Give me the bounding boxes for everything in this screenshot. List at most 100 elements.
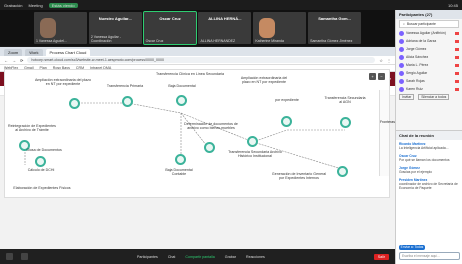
video-tile-3[interactable]: Oscar Cruz Oscar Cruz (142, 11, 198, 45)
tab-strip: Zoom Work Process Chart Cloud (0, 47, 395, 56)
avatar (40, 18, 56, 38)
process-node[interactable]: Baja Documental (165, 84, 199, 88)
process-node[interactable]: Ampliación extraordinaria del plazo en N… (35, 78, 91, 86)
node-ring-icon[interactable] (337, 166, 348, 177)
video-tile-6[interactable]: Samantha Gom... Samantha Gómez Jiménez (308, 12, 361, 44)
url-field[interactable]: hotcorp.smart-cloud.com/sc3/website-w-me… (27, 57, 376, 63)
participants-panel: Participantes (27) ⌕ Buscar participante … (395, 10, 462, 264)
side-label: Fronteras (380, 120, 395, 124)
participant-row[interactable]: Alicia Sánchez (396, 53, 462, 61)
leave-button[interactable]: Salir (373, 253, 389, 260)
process-node[interactable]: Transferencia Primaria (105, 84, 145, 88)
node-ring-icon[interactable] (175, 154, 186, 165)
star-icon[interactable]: ☆ (379, 58, 383, 63)
chat-panel: Chat de la reunión Ricardo Martínez La In… (396, 130, 462, 264)
avatar (399, 46, 404, 52)
node-ring-icon[interactable] (176, 95, 187, 106)
video-strip: 1 Vanessa Agudel... Nuestro Aguilar... 2 … (0, 10, 395, 46)
node-ring-icon[interactable] (204, 142, 215, 153)
clock: 10:45 (447, 2, 458, 8)
process-canvas[interactable]: Transferencia Clínica en Línea Secundari… (4, 69, 395, 198)
send-to-button[interactable]: Enviar a: Todos (399, 245, 425, 250)
process-node[interactable]: Transferencia Secundaria Archivo Históri… (225, 150, 285, 158)
node-ring-icon[interactable] (35, 156, 46, 167)
process-node[interactable]: Baja Documental Contable (159, 168, 199, 176)
search-input[interactable]: ⌕ Buscar participante (399, 20, 459, 28)
node-ring-icon[interactable] (247, 136, 258, 147)
edges (24, 102, 346, 171)
participant-row[interactable]: Vanessa Aguilar (Anfitrión) (396, 29, 462, 37)
participant-row[interactable]: Sergio Aguilar (396, 69, 462, 77)
node-ring-icon[interactable] (340, 117, 351, 128)
mic-muted-icon (455, 39, 459, 43)
process-node[interactable]: Transferencia Secundaria al AGN (323, 96, 367, 104)
mute-all-button[interactable]: Silenciar a todos (418, 94, 450, 100)
video-tile-4[interactable]: ALLINA HERNÁ... ALLINA HERNANDEZ (198, 12, 252, 44)
video-tile-1[interactable]: 1 Vanessa Agudel... (34, 12, 87, 44)
avatar (399, 86, 404, 92)
video-tile-2[interactable]: Nuestro Aguilar... 2 Vanessa Aguilar - Co… (88, 12, 142, 44)
chat-input[interactable]: Escriba el mensaje aquí... (399, 252, 460, 260)
mic-muted-icon (455, 63, 459, 67)
taskbar-reactions[interactable]: Reacciones (246, 255, 265, 259)
avatar (399, 62, 404, 68)
panel-actions: Invitar Silenciar a todos (396, 93, 462, 101)
mic-muted-icon (455, 87, 459, 91)
avatar (399, 30, 404, 36)
node-ring-icon[interactable] (69, 98, 80, 109)
process-node[interactable]: Determinación de documentos de archivo c… (181, 122, 241, 130)
side-strip: Fronteras (379, 90, 395, 176)
tab-process[interactable]: Process Chart Cloud (45, 49, 91, 56)
search-icon: ⌕ (403, 22, 405, 26)
taskbar-participants[interactable]: Participantes (137, 255, 158, 259)
process-node[interactable]: por expediente (269, 98, 305, 102)
process-node[interactable]: Elaboración de Expedientes Físicos (7, 186, 77, 190)
mic-muted-icon (455, 55, 459, 59)
process-node[interactable]: Reintegración de Expedientes al Archivo … (7, 124, 57, 132)
participant-row[interactable]: Jorge Gómez (396, 45, 462, 53)
mic-muted-icon (455, 31, 459, 35)
zoom-out-icon[interactable]: − (378, 73, 385, 80)
avatar (259, 18, 276, 38)
node-ring-icon[interactable] (281, 116, 292, 127)
chat-message: Jorge Gómez Gracias por el ejemplo (399, 166, 432, 174)
avatar (399, 78, 404, 84)
participant-row[interactable]: Sarah Rojas (396, 77, 462, 85)
menu-icon[interactable]: ⋮ (387, 58, 391, 63)
zoom-taskbar: Participantes Chat Compartir pantalla Gr… (0, 249, 395, 264)
mic-icon[interactable] (6, 253, 13, 260)
tab-work[interactable]: Work (25, 49, 43, 56)
process-node[interactable]: Generación de Inventario General por Exp… (271, 172, 327, 180)
process-node[interactable]: Glosa de Documentos (21, 148, 67, 152)
zoom-top-bar: Grabación Meeting Estás viendo 10:45 (0, 0, 462, 10)
taskbar-share[interactable]: Compartir pantalla (185, 255, 214, 259)
avatar (399, 70, 404, 76)
zoom-in-icon[interactable]: + (369, 73, 376, 80)
meeting-label[interactable]: Meeting (28, 3, 42, 8)
mic-muted-icon (455, 71, 459, 75)
app-label: Grabación (4, 2, 23, 8)
forward-icon[interactable]: → (12, 58, 16, 63)
process-node[interactable]: Ampliación extraordinaria del plazo en N… (237, 76, 291, 84)
avatar (399, 38, 404, 44)
participant-row[interactable]: Karen Ruiz (396, 85, 462, 93)
mic-muted-icon (455, 79, 459, 83)
participant-row[interactable]: Adriana de la Garza (396, 37, 462, 45)
address-bar: ← → ⟳ hotcorp.smart-cloud.com/sc3/websit… (0, 56, 395, 65)
reload-icon[interactable]: ⟳ (20, 58, 23, 63)
avatar (399, 54, 404, 60)
taskbar-record[interactable]: Grabar (225, 255, 236, 259)
video-tile-5[interactable]: Katherine Miranda (253, 12, 307, 44)
chat-message: Presiden Martínez coordinador de archivo … (399, 178, 458, 190)
chat-title: Chat de la reunión (396, 131, 462, 140)
process-node[interactable]: Cálculo de DCHi (21, 168, 61, 172)
node-ring-icon[interactable] (122, 96, 133, 107)
camera-icon[interactable] (21, 253, 28, 260)
tab-zoom[interactable]: Zoom (4, 49, 23, 56)
taskbar-chat[interactable]: Chat (168, 255, 176, 259)
participant-row[interactable]: María L. Pérez (396, 61, 462, 69)
invite-button[interactable]: Invitar (399, 94, 415, 100)
panel-title: Participantes (27) (396, 10, 462, 19)
share-label[interactable]: Estás viendo (48, 2, 78, 8)
back-icon[interactable]: ← (4, 58, 8, 63)
